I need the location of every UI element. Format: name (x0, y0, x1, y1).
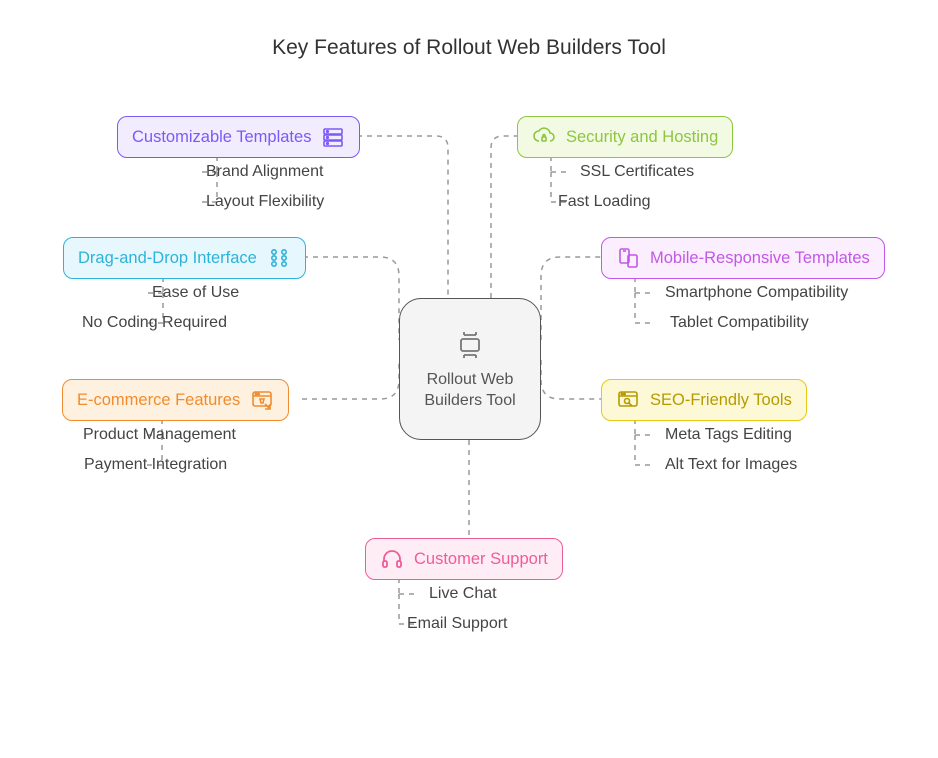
center-label-line1: Rollout Web (427, 371, 514, 388)
sub-tablet: Tablet Compatibility (670, 314, 809, 332)
feature-templates: Customizable Templates (117, 116, 360, 158)
grid-dots-icon (267, 246, 291, 270)
feature-label: Security and Hosting (566, 128, 718, 147)
browser-cart-icon (250, 388, 274, 412)
center-label-line2: Builders Tool (424, 392, 515, 409)
devices-icon (616, 246, 640, 270)
sub-ease-of-use: Ease of Use (152, 284, 239, 302)
feature-seo: SEO-Friendly Tools (601, 379, 807, 421)
sub-email-support: Email Support (407, 615, 508, 633)
templates-icon (321, 125, 345, 149)
sub-payment: Payment Integration (84, 456, 227, 474)
sub-product-mgmt: Product Management (83, 426, 236, 444)
sub-no-coding: No Coding Required (82, 314, 227, 332)
center-node: Rollout Web Builders Tool (399, 298, 541, 440)
tool-icon (451, 326, 489, 364)
sub-alt-text: Alt Text for Images (665, 456, 797, 474)
sub-live-chat: Live Chat (429, 585, 497, 603)
sub-smartphone: Smartphone Compatibility (665, 284, 848, 302)
feature-dragdrop: Drag-and-Drop Interface (63, 237, 306, 279)
feature-label: Drag-and-Drop Interface (78, 249, 257, 268)
feature-label: Customizable Templates (132, 128, 311, 147)
feature-label: SEO-Friendly Tools (650, 391, 792, 410)
feature-ecommerce: E-commerce Features (62, 379, 289, 421)
browser-search-icon (616, 388, 640, 412)
headphones-icon (380, 547, 404, 571)
feature-support: Customer Support (365, 538, 563, 580)
feature-label: Customer Support (414, 550, 548, 569)
sub-ssl: SSL Certificates (580, 163, 694, 181)
sub-fast-loading: Fast Loading (558, 193, 651, 211)
cloud-lock-icon (532, 125, 556, 149)
feature-security: Security and Hosting (517, 116, 733, 158)
feature-label: E-commerce Features (77, 391, 240, 410)
sub-layout-flexibility: Layout Flexibility (206, 193, 324, 211)
center-label: Rollout Web Builders Tool (424, 370, 515, 412)
sub-brand-alignment: Brand Alignment (206, 163, 323, 181)
feature-label: Mobile-Responsive Templates (650, 249, 870, 268)
diagram-canvas: Rollout Web Builders Tool Customizable T… (0, 0, 938, 758)
sub-meta-tags: Meta Tags Editing (665, 426, 792, 444)
feature-mobile: Mobile-Responsive Templates (601, 237, 885, 279)
